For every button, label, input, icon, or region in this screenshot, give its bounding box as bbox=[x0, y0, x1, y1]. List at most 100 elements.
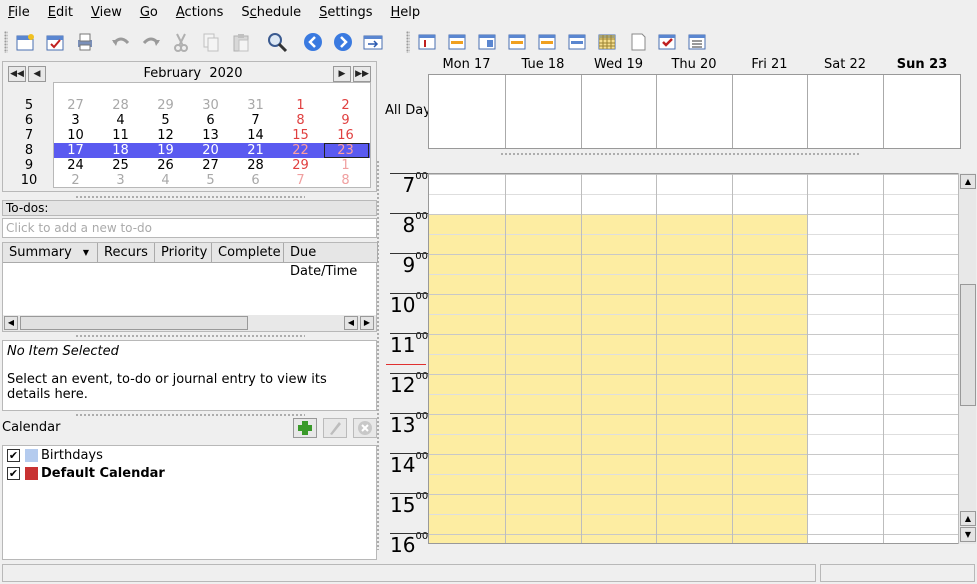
day-cell[interactable]: 27 bbox=[188, 158, 233, 173]
week-number[interactable]: 8 bbox=[17, 143, 41, 158]
column-header-priority[interactable]: Priority bbox=[155, 243, 212, 263]
go-today-button[interactable] bbox=[360, 29, 386, 55]
day-cell[interactable]: 3 bbox=[53, 113, 98, 128]
menu-edit[interactable]: Edit bbox=[44, 0, 77, 26]
timeline-view-button[interactable] bbox=[624, 29, 650, 55]
column-header-due-date-time[interactable]: Due Date/Time bbox=[284, 243, 378, 279]
find-button[interactable] bbox=[264, 29, 290, 55]
redo-button[interactable] bbox=[138, 29, 164, 55]
back-button[interactable] bbox=[300, 29, 326, 55]
menu-file[interactable]: File bbox=[4, 0, 34, 26]
agenda-splitter[interactable] bbox=[500, 152, 860, 156]
scroll-left-button[interactable]: ◀ bbox=[4, 316, 18, 330]
month-view-button[interactable] bbox=[594, 29, 620, 55]
day-cell[interactable]: 12 bbox=[143, 128, 188, 143]
week-number[interactable]: 7 bbox=[17, 128, 41, 143]
day-cell[interactable]: 16 bbox=[323, 128, 368, 143]
day-cell[interactable]: 4 bbox=[143, 173, 188, 188]
copy-button[interactable] bbox=[198, 29, 224, 55]
day-cell[interactable]: 22 bbox=[278, 143, 323, 158]
day-cell[interactable]: 2 bbox=[323, 98, 368, 113]
day-header[interactable]: Fri 21 bbox=[732, 57, 807, 72]
day-cell[interactable]: 5 bbox=[143, 113, 188, 128]
menu-actions[interactable]: Actions bbox=[172, 0, 228, 26]
day-cell[interactable]: 14 bbox=[233, 128, 278, 143]
column-header-recurs[interactable]: Recurs bbox=[98, 243, 155, 263]
calendar-name[interactable]: Default Calendar bbox=[41, 466, 165, 481]
day-cell[interactable]: 29 bbox=[143, 98, 188, 113]
day-cell[interactable]: 5 bbox=[188, 173, 233, 188]
menu-settings[interactable]: Settings bbox=[315, 0, 376, 26]
quick-add-todo-input[interactable]: Click to add a new to-do bbox=[2, 218, 377, 238]
todo-horizontal-scrollbar[interactable]: ◀ ◀ ▶ bbox=[3, 315, 376, 331]
day-cell[interactable]: 18 bbox=[98, 143, 143, 158]
day-cell[interactable]: 15 bbox=[278, 128, 323, 143]
splitter-2[interactable] bbox=[75, 334, 305, 338]
day-cell[interactable]: 9 bbox=[323, 113, 368, 128]
week-number[interactable]: 9 bbox=[17, 158, 41, 173]
forward-button[interactable] bbox=[330, 29, 356, 55]
print-button[interactable] bbox=[72, 29, 98, 55]
next-days-view-button[interactable] bbox=[564, 29, 590, 55]
all-day-area[interactable] bbox=[428, 74, 961, 149]
scroll-left-button-2[interactable]: ◀ bbox=[344, 316, 358, 330]
prev-month-button[interactable]: ◀ bbox=[28, 66, 46, 82]
day-cell[interactable]: 20 bbox=[188, 143, 233, 158]
day-header[interactable]: Sat 22 bbox=[807, 57, 883, 72]
cut-button[interactable] bbox=[168, 29, 194, 55]
day-cell[interactable]: 1 bbox=[278, 98, 323, 113]
day-cell[interactable]: 21 bbox=[233, 143, 278, 158]
toolbar-grip-views[interactable] bbox=[406, 31, 410, 53]
day-cell[interactable]: 11 bbox=[98, 128, 143, 143]
journal-view-button[interactable] bbox=[414, 29, 440, 55]
day-cell[interactable]: 24 bbox=[53, 158, 98, 173]
splitter-3[interactable] bbox=[75, 413, 305, 417]
edit-calendar-button[interactable] bbox=[323, 418, 347, 438]
day-cell[interactable]: 28 bbox=[233, 158, 278, 173]
agenda-time-grid[interactable] bbox=[428, 173, 961, 544]
agenda-scroll-thumb[interactable] bbox=[960, 284, 976, 406]
day-cell[interactable]: 8 bbox=[278, 113, 323, 128]
splitter[interactable] bbox=[75, 195, 305, 199]
scroll-up-button-2[interactable]: ▲ bbox=[960, 511, 976, 526]
column-header-summary[interactable]: Summary ▼ bbox=[3, 243, 98, 263]
day-cell[interactable]: 4 bbox=[98, 113, 143, 128]
day-cell[interactable]: 23 bbox=[323, 143, 368, 158]
menu-view[interactable]: View bbox=[87, 0, 126, 26]
prev-year-button[interactable]: ◀◀ bbox=[8, 66, 26, 82]
day-cell[interactable]: 7 bbox=[278, 173, 323, 188]
week-number[interactable]: 6 bbox=[17, 113, 41, 128]
day-header[interactable]: Thu 20 bbox=[656, 57, 732, 72]
add-calendar-button[interactable] bbox=[293, 418, 317, 438]
day-view-button[interactable] bbox=[474, 29, 500, 55]
day-cell[interactable]: 1 bbox=[323, 158, 368, 173]
calendar-checkbox[interactable]: ✔ bbox=[7, 449, 20, 462]
menu-go[interactable]: Go bbox=[136, 0, 162, 26]
agenda-vertical-scrollbar[interactable]: ▲ ▲ ▼ bbox=[958, 173, 976, 544]
calendar-name[interactable]: Birthdays bbox=[41, 448, 103, 463]
day-cell[interactable]: 3 bbox=[98, 173, 143, 188]
list-view-button[interactable] bbox=[684, 29, 710, 55]
toolbar-grip[interactable] bbox=[4, 31, 8, 53]
undo-button[interactable] bbox=[108, 29, 134, 55]
calendar-checkbox[interactable]: ✔ bbox=[7, 467, 20, 480]
day-cell[interactable]: 25 bbox=[98, 158, 143, 173]
day-cell[interactable]: 17 bbox=[53, 143, 98, 158]
day-cell[interactable]: 27 bbox=[53, 98, 98, 113]
day-cell[interactable]: 10 bbox=[53, 128, 98, 143]
day-cell[interactable]: 26 bbox=[143, 158, 188, 173]
day-cell[interactable]: 6 bbox=[233, 173, 278, 188]
day-header[interactable]: Mon 17 bbox=[428, 57, 505, 72]
next-year-button[interactable]: ▶▶ bbox=[353, 66, 371, 82]
day-cell[interactable]: 30 bbox=[188, 98, 233, 113]
new-todo-button[interactable] bbox=[42, 29, 68, 55]
new-event-button[interactable] bbox=[12, 29, 38, 55]
column-header-complete[interactable]: Complete bbox=[212, 243, 284, 263]
day-cell[interactable]: 7 bbox=[233, 113, 278, 128]
remove-calendar-button[interactable] bbox=[353, 418, 377, 438]
month-year-label[interactable]: February 2020 bbox=[143, 66, 243, 81]
work-week-view-button[interactable] bbox=[504, 29, 530, 55]
day-cell[interactable]: 28 bbox=[98, 98, 143, 113]
day-cell[interactable]: 13 bbox=[188, 128, 233, 143]
scroll-thumb[interactable] bbox=[20, 316, 248, 330]
